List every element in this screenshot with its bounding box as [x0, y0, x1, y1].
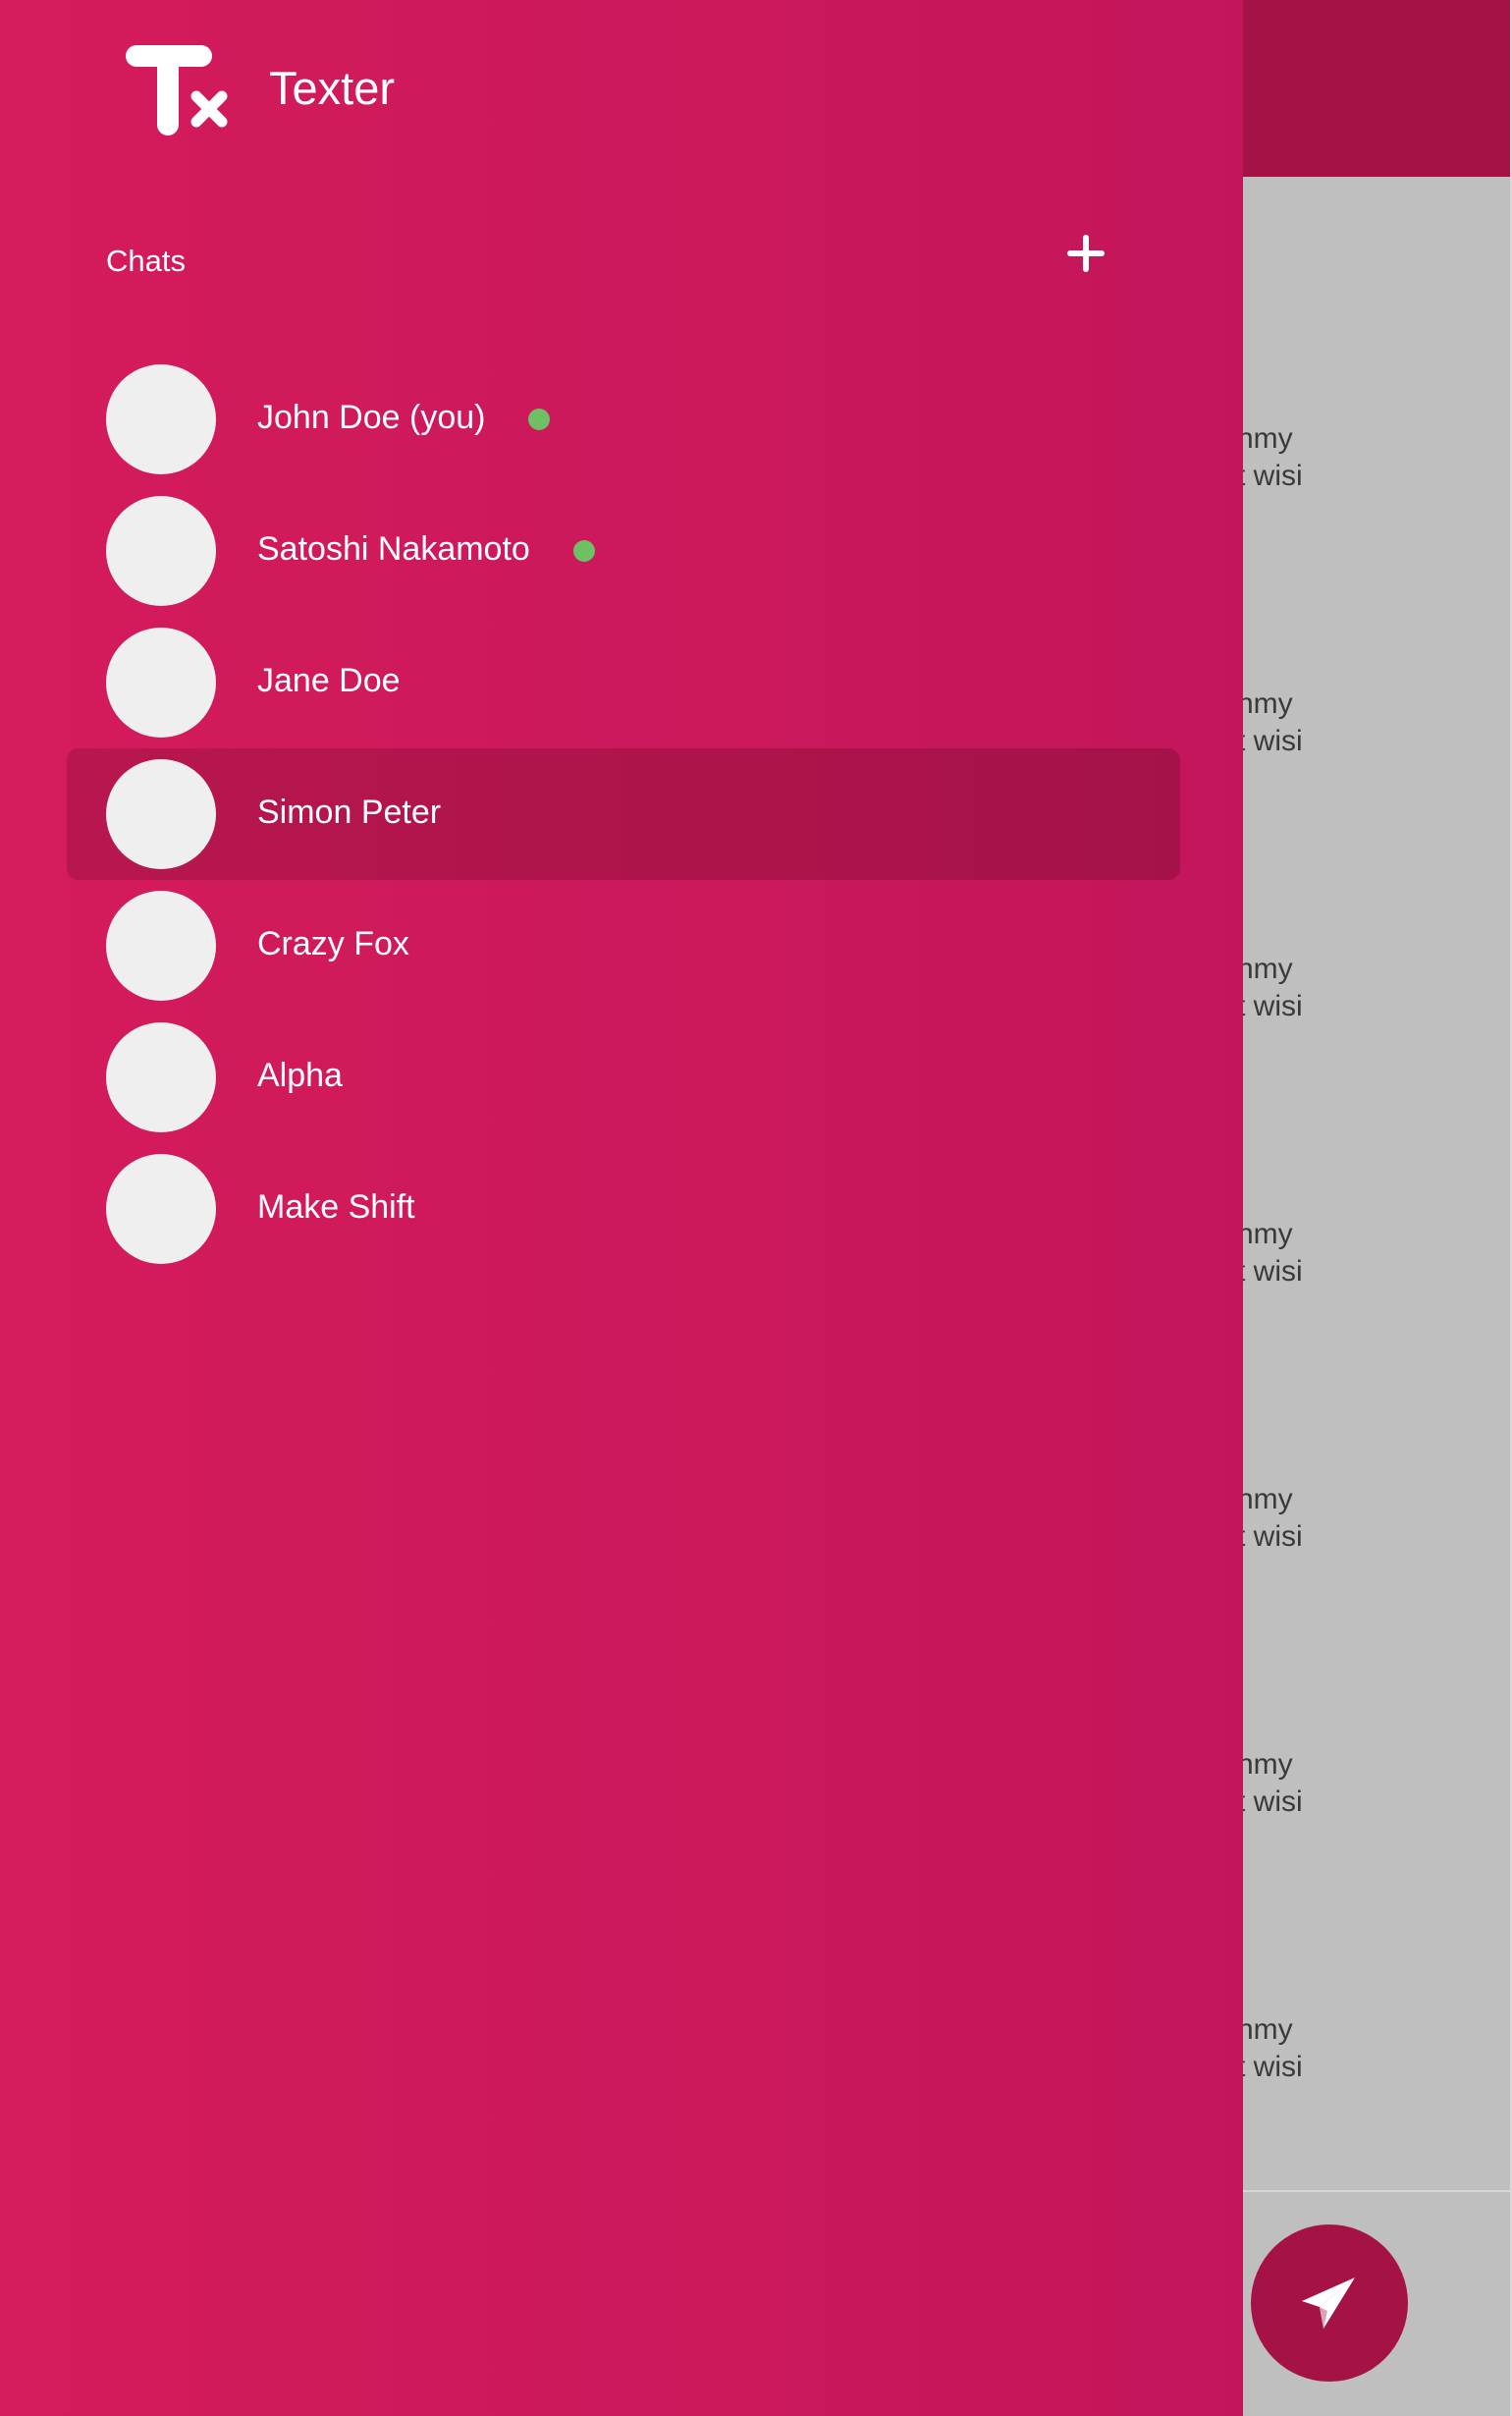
message-line: nmy [1237, 953, 1293, 985]
message-snippet: nmy t wisi [1198, 2011, 1512, 2086]
chat-item[interactable]: Satoshi Nakamoto [0, 485, 1243, 617]
avatar [106, 1022, 216, 1132]
chat-item[interactable]: Alpha [0, 1012, 1243, 1143]
composer-divider [1243, 2190, 1510, 2192]
message-snippet: nmy t wisi [1198, 1216, 1512, 1290]
avatar [106, 628, 216, 738]
message-snippet: nmy t wisi [1198, 686, 1512, 760]
message-line: t wisi [1237, 1785, 1303, 1818]
avatar [106, 759, 216, 869]
message-line: nmy [1237, 422, 1293, 455]
chat-name: Simon Peter [257, 794, 442, 831]
chat-name: Alpha [257, 1057, 343, 1094]
texter-logo [126, 45, 228, 136]
avatar [106, 891, 216, 1001]
selected-highlight [67, 748, 1180, 880]
message-snippet: nmy t wisi [1198, 420, 1512, 495]
chat-name: Satoshi Nakamoto [257, 530, 530, 568]
message-line: nmy [1237, 1483, 1293, 1515]
chats-section-label: Chats [106, 244, 186, 278]
add-chat-button[interactable] [1062, 230, 1109, 277]
chat-item[interactable]: John Doe (you) [0, 354, 1243, 485]
paper-plane-icon [1302, 2278, 1355, 2329]
chat-name: John Doe (you) [257, 399, 486, 436]
message-line: nmy [1237, 687, 1293, 720]
message-line: nmy [1237, 1218, 1293, 1250]
message-line: t wisi [1237, 990, 1303, 1022]
message-snippet: nmy t wisi [1198, 951, 1512, 1025]
chat-name: Jane Doe [257, 662, 401, 699]
navigation-drawer: Texter Chats John Doe (you) Satoshi Nakam… [0, 0, 1243, 2416]
message-line: nmy [1237, 2013, 1293, 2046]
message-line: t wisi [1237, 1255, 1303, 1288]
message-line: nmy [1237, 1748, 1293, 1781]
message-line: t wisi [1237, 1520, 1303, 1553]
message-line: t wisi [1237, 2051, 1303, 2083]
message-line: t wisi [1237, 460, 1303, 492]
chat-item[interactable]: Simon Peter [0, 748, 1243, 880]
chat-name: Crazy Fox [257, 925, 409, 962]
app-title: Texter [269, 62, 395, 114]
avatar [106, 364, 216, 474]
chat-item[interactable]: Make Shift [0, 1143, 1243, 1275]
online-status-dot [573, 540, 595, 562]
plus-icon [1067, 235, 1105, 272]
chat-item[interactable]: Crazy Fox [0, 880, 1243, 1012]
chat-name: Make Shift [257, 1188, 415, 1226]
send-button[interactable] [1251, 2224, 1408, 2382]
chat-item[interactable]: Jane Doe [0, 617, 1243, 748]
avatar [106, 496, 216, 606]
online-status-dot [528, 409, 550, 430]
message-snippet: nmy t wisi [1198, 1481, 1512, 1556]
avatar [106, 1154, 216, 1264]
message-snippet: nmy t wisi [1198, 1746, 1512, 1821]
message-line: t wisi [1237, 725, 1303, 757]
